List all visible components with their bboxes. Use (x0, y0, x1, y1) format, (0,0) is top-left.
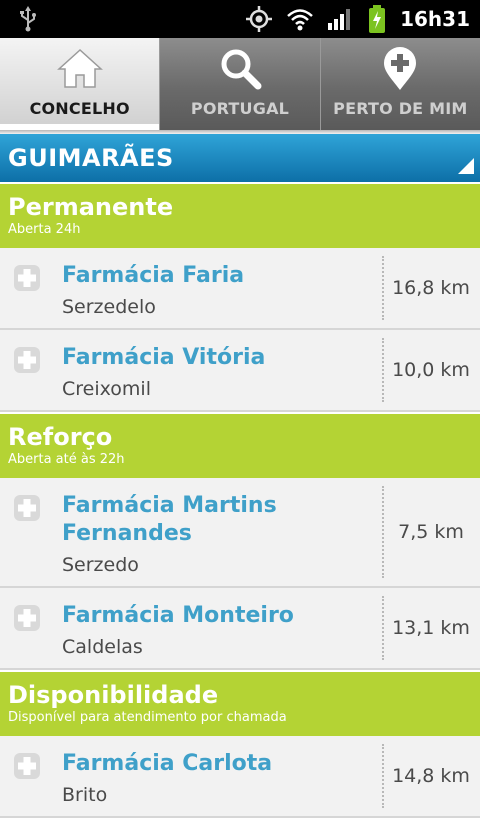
section-subtitle: Aberta até às 22h (8, 452, 125, 467)
pharmacy-distance: 10,0 km (382, 330, 480, 410)
section-subtitle: Aberta 24h (8, 222, 81, 237)
pharmacy-place: Caldelas (62, 636, 143, 658)
pharmacy-place: Brito (62, 784, 108, 806)
pharmacy-place: Creixomil (62, 378, 151, 400)
dropdown-corner-icon (458, 158, 474, 174)
pharmacy-distance: 7,5 km (382, 478, 480, 586)
list-item[interactable]: Farmácia Monteiro Caldelas 13,1 km (0, 588, 480, 670)
pharmacy-cross-icon (14, 495, 40, 521)
section-subtitle: Disponível para atendimento por chamada (8, 710, 287, 725)
tab-concelho-label: CONCELHO (29, 99, 130, 118)
pharmacy-cross-icon (14, 265, 40, 291)
tab-bar: CONCELHO PORTUGAL PERTO DE MIM (0, 38, 480, 130)
pharmacy-name: Farmácia Martins Fernandes (62, 493, 277, 546)
pharmacy-distance: 14,8 km (382, 736, 480, 816)
tab-perto-de-mim-label: PERTO DE MIM (333, 99, 468, 118)
usb-icon (20, 6, 36, 32)
home-icon (56, 48, 103, 88)
region-name: GUIMARÃES (8, 144, 174, 172)
section-header-permanente: Permanente Aberta 24h (0, 182, 480, 248)
signal-icon (328, 9, 351, 30)
pharmacy-place: Serzedo (62, 554, 139, 576)
section-header-disponibilidade: Disponibilidade Disponível para atendime… (0, 670, 480, 736)
list-item[interactable]: Farmácia Faria Serzedelo 16,8 km (0, 248, 480, 330)
pharmacy-distance: 16,8 km (382, 248, 480, 328)
section-header-reforco: Reforço Aberta até às 22h (0, 412, 480, 478)
wifi-icon (287, 9, 313, 31)
pharmacy-list[interactable]: Permanente Aberta 24h Farmácia Faria Ser… (0, 182, 480, 818)
pharmacy-name: Farmácia Faria (62, 263, 245, 288)
tab-portugal-label: PORTUGAL (190, 99, 290, 118)
list-item[interactable]: Farmácia Martins Fernandes Serzedo 7,5 k… (0, 478, 480, 588)
search-icon (221, 49, 262, 90)
tab-portugal[interactable]: PORTUGAL (160, 38, 321, 130)
pharmacy-name: Farmácia Carlota (62, 751, 273, 776)
list-item[interactable]: Farmácia Carlota Brito 14,8 km (0, 736, 480, 818)
pharmacy-distance: 13,1 km (382, 588, 480, 668)
pharmacy-cross-icon (14, 753, 40, 779)
gps-icon (246, 6, 273, 32)
status-bar: 16h31 (0, 0, 480, 38)
region-selector[interactable]: GUIMARÃES (0, 134, 480, 182)
battery-charging-icon (369, 5, 386, 33)
tab-concelho[interactable]: CONCELHO (0, 38, 161, 130)
pharmacy-place: Serzedelo (62, 296, 156, 318)
pharmacy-cross-icon (14, 347, 40, 373)
section-title: Reforço (8, 423, 113, 451)
list-item[interactable]: Farmácia Vitória Creixomil 10,0 km (0, 330, 480, 412)
section-title: Disponibilidade (8, 681, 219, 709)
pharmacy-name: Farmácia Monteiro (62, 603, 294, 628)
pharmacy-cross-icon (14, 605, 40, 631)
location-cross-icon (384, 47, 417, 90)
status-time: 16h31 (400, 7, 470, 31)
section-title: Permanente (8, 193, 174, 221)
pharmacy-name: Farmácia Vitória (62, 345, 266, 370)
tab-perto-de-mim[interactable]: PERTO DE MIM (321, 38, 480, 130)
